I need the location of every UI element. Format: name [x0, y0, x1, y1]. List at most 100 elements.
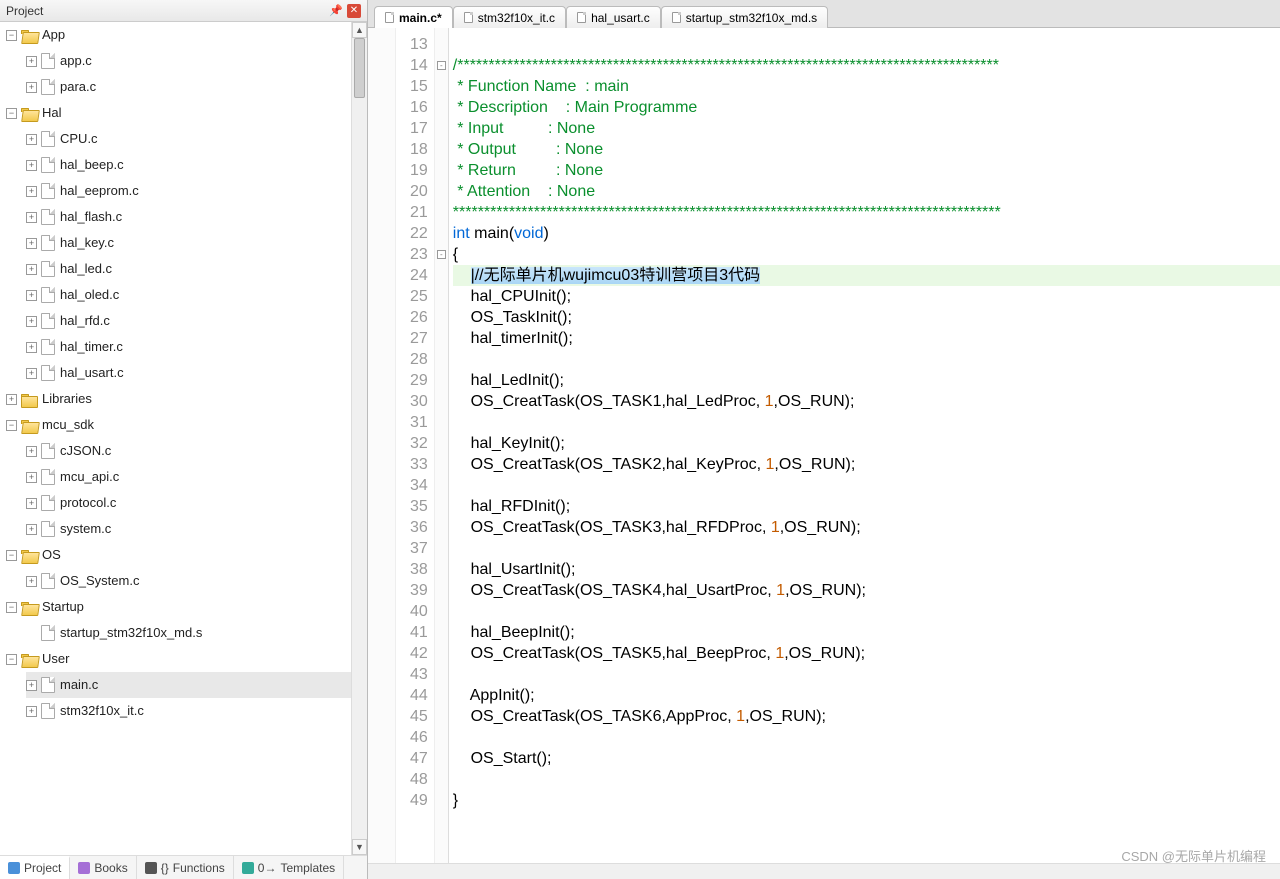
tree-file[interactable]: +protocol.c — [26, 490, 367, 516]
tree-file[interactable]: +hal_flash.c — [26, 204, 367, 230]
code-line[interactable] — [453, 664, 1280, 685]
tree-file[interactable]: +app.c — [26, 48, 367, 74]
code-line[interactable]: } — [453, 790, 1280, 811]
expand-toggle-icon[interactable]: − — [6, 654, 17, 665]
code-line[interactable]: OS_CreatTask(OS_TASK4,hal_UsartProc, 1,O… — [453, 580, 1280, 601]
editor-tab[interactable]: startup_stm32f10x_md.s — [661, 6, 828, 28]
tree-file[interactable]: +main.c — [26, 672, 367, 698]
expand-toggle-icon[interactable]: − — [6, 602, 17, 613]
tree-file[interactable]: +CPU.c — [26, 126, 367, 152]
code-line[interactable]: AppInit(); — [453, 685, 1280, 706]
code-line[interactable]: OS_TaskInit(); — [453, 307, 1280, 328]
tree-file[interactable]: +hal_rfd.c — [26, 308, 367, 334]
tree-file[interactable]: +hal_eeprom.c — [26, 178, 367, 204]
expand-toggle-icon[interactable]: + — [6, 394, 17, 405]
expand-toggle-icon[interactable]: + — [26, 134, 37, 145]
sidebar-tab[interactable]: 0→ Templates — [234, 856, 344, 879]
tree-file[interactable]: +hal_key.c — [26, 230, 367, 256]
expand-toggle-icon[interactable]: + — [26, 576, 37, 587]
code-line[interactable]: OS_CreatTask(OS_TASK5,hal_BeepProc, 1,OS… — [453, 643, 1280, 664]
scroll-thumb[interactable] — [354, 38, 365, 98]
close-icon[interactable]: ✕ — [347, 4, 361, 18]
pin-icon[interactable]: 📌 — [329, 4, 343, 18]
expand-toggle-icon[interactable]: − — [6, 108, 17, 119]
expand-toggle-icon[interactable]: + — [26, 524, 37, 535]
code-line[interactable]: /***************************************… — [453, 55, 1280, 76]
code-line[interactable]: * Output : None — [453, 139, 1280, 160]
expand-toggle-icon[interactable]: − — [6, 550, 17, 561]
code-line[interactable]: OS_CreatTask(OS_TASK1,hal_LedProc, 1,OS_… — [453, 391, 1280, 412]
code-line[interactable]: OS_Start(); — [453, 748, 1280, 769]
expand-toggle-icon[interactable]: + — [26, 212, 37, 223]
expand-toggle-icon[interactable]: + — [26, 238, 37, 249]
tree-file[interactable]: +OS_System.c — [26, 568, 367, 594]
tree-file[interactable]: +stm32f10x_it.c — [26, 698, 367, 724]
editor-tab[interactable]: main.c* — [374, 6, 453, 28]
tree-file[interactable]: startup_stm32f10x_md.s — [26, 620, 367, 646]
code-line[interactable]: ****************************************… — [453, 202, 1280, 223]
code-line[interactable]: hal_KeyInit(); — [453, 433, 1280, 454]
sidebar-tab[interactable]: Books — [70, 856, 136, 879]
code-line[interactable]: hal_LedInit(); — [453, 370, 1280, 391]
code-line[interactable] — [453, 769, 1280, 790]
editor-tab[interactable]: hal_usart.c — [566, 6, 661, 28]
code-line[interactable]: OS_CreatTask(OS_TASK6,AppProc, 1,OS_RUN)… — [453, 706, 1280, 727]
expand-toggle-icon[interactable]: + — [26, 56, 37, 67]
tree-folder[interactable]: −OS — [6, 542, 367, 568]
expand-toggle-icon[interactable]: + — [26, 680, 37, 691]
code-line[interactable] — [453, 538, 1280, 559]
project-tree[interactable]: −App+app.c+para.c−Hal+CPU.c+hal_beep.c+h… — [0, 22, 367, 724]
code-line[interactable]: |//无际单片机wujimcu03特训营项目3代码 — [453, 265, 1280, 286]
tree-folder[interactable]: +Libraries — [6, 386, 367, 412]
tree-folder[interactable]: −mcu_sdk — [6, 412, 367, 438]
code-line[interactable] — [453, 34, 1280, 55]
tree-file[interactable]: +hal_oled.c — [26, 282, 367, 308]
expand-toggle-icon[interactable]: + — [26, 706, 37, 717]
tree-folder[interactable]: −Startup — [6, 594, 367, 620]
expand-toggle-icon[interactable]: + — [26, 186, 37, 197]
scroll-down-icon[interactable]: ▼ — [352, 839, 367, 855]
expand-toggle-icon[interactable]: + — [26, 82, 37, 93]
tree-folder[interactable]: −App — [6, 22, 367, 48]
fold-gutter[interactable]: -- — [435, 28, 449, 863]
code-line[interactable]: OS_CreatTask(OS_TASK3,hal_RFDProc, 1,OS_… — [453, 517, 1280, 538]
tree-file[interactable]: +system.c — [26, 516, 367, 542]
code-line[interactable]: * Function Name : main — [453, 76, 1280, 97]
expand-toggle-icon[interactable]: + — [26, 368, 37, 379]
code-line[interactable] — [453, 349, 1280, 370]
tree-folder[interactable]: −User — [6, 646, 367, 672]
code-line[interactable]: hal_CPUInit(); — [453, 286, 1280, 307]
tree-file[interactable]: +para.c — [26, 74, 367, 100]
expand-toggle-icon[interactable]: + — [26, 290, 37, 301]
code-line[interactable]: * Input : None — [453, 118, 1280, 139]
code-area[interactable]: /***************************************… — [449, 28, 1280, 863]
code-line[interactable]: * Attention : None — [453, 181, 1280, 202]
code-line[interactable]: hal_RFDInit(); — [453, 496, 1280, 517]
expand-toggle-icon[interactable]: − — [6, 420, 17, 431]
code-line[interactable]: int main(void) — [453, 223, 1280, 244]
code-line[interactable]: hal_BeepInit(); — [453, 622, 1280, 643]
code-line[interactable] — [453, 412, 1280, 433]
editor-tab[interactable]: stm32f10x_it.c — [453, 6, 566, 28]
expand-toggle-icon[interactable]: + — [26, 342, 37, 353]
tree-file[interactable]: +hal_timer.c — [26, 334, 367, 360]
code-line[interactable]: * Description : Main Programme — [453, 97, 1280, 118]
fold-toggle-icon[interactable]: - — [437, 61, 446, 70]
code-line[interactable] — [453, 475, 1280, 496]
code-line[interactable]: OS_CreatTask(OS_TASK2,hal_KeyProc, 1,OS_… — [453, 454, 1280, 475]
sidebar-tab[interactable]: {} Functions — [137, 856, 234, 879]
code-line[interactable]: hal_UsartInit(); — [453, 559, 1280, 580]
vertical-scrollbar[interactable]: ▲ ▼ — [351, 22, 367, 855]
expand-toggle-icon[interactable]: + — [26, 160, 37, 171]
scroll-up-icon[interactable]: ▲ — [352, 22, 367, 38]
sidebar-tab[interactable]: Project — [0, 856, 70, 879]
expand-toggle-icon[interactable]: + — [26, 264, 37, 275]
tree-file[interactable]: +mcu_api.c — [26, 464, 367, 490]
tree-file[interactable]: +cJSON.c — [26, 438, 367, 464]
expand-toggle-icon[interactable]: + — [26, 498, 37, 509]
tree-file[interactable]: +hal_usart.c — [26, 360, 367, 386]
fold-toggle-icon[interactable]: - — [437, 250, 446, 259]
code-line[interactable]: hal_timerInit(); — [453, 328, 1280, 349]
expand-toggle-icon[interactable]: + — [26, 472, 37, 483]
tree-file[interactable]: +hal_led.c — [26, 256, 367, 282]
